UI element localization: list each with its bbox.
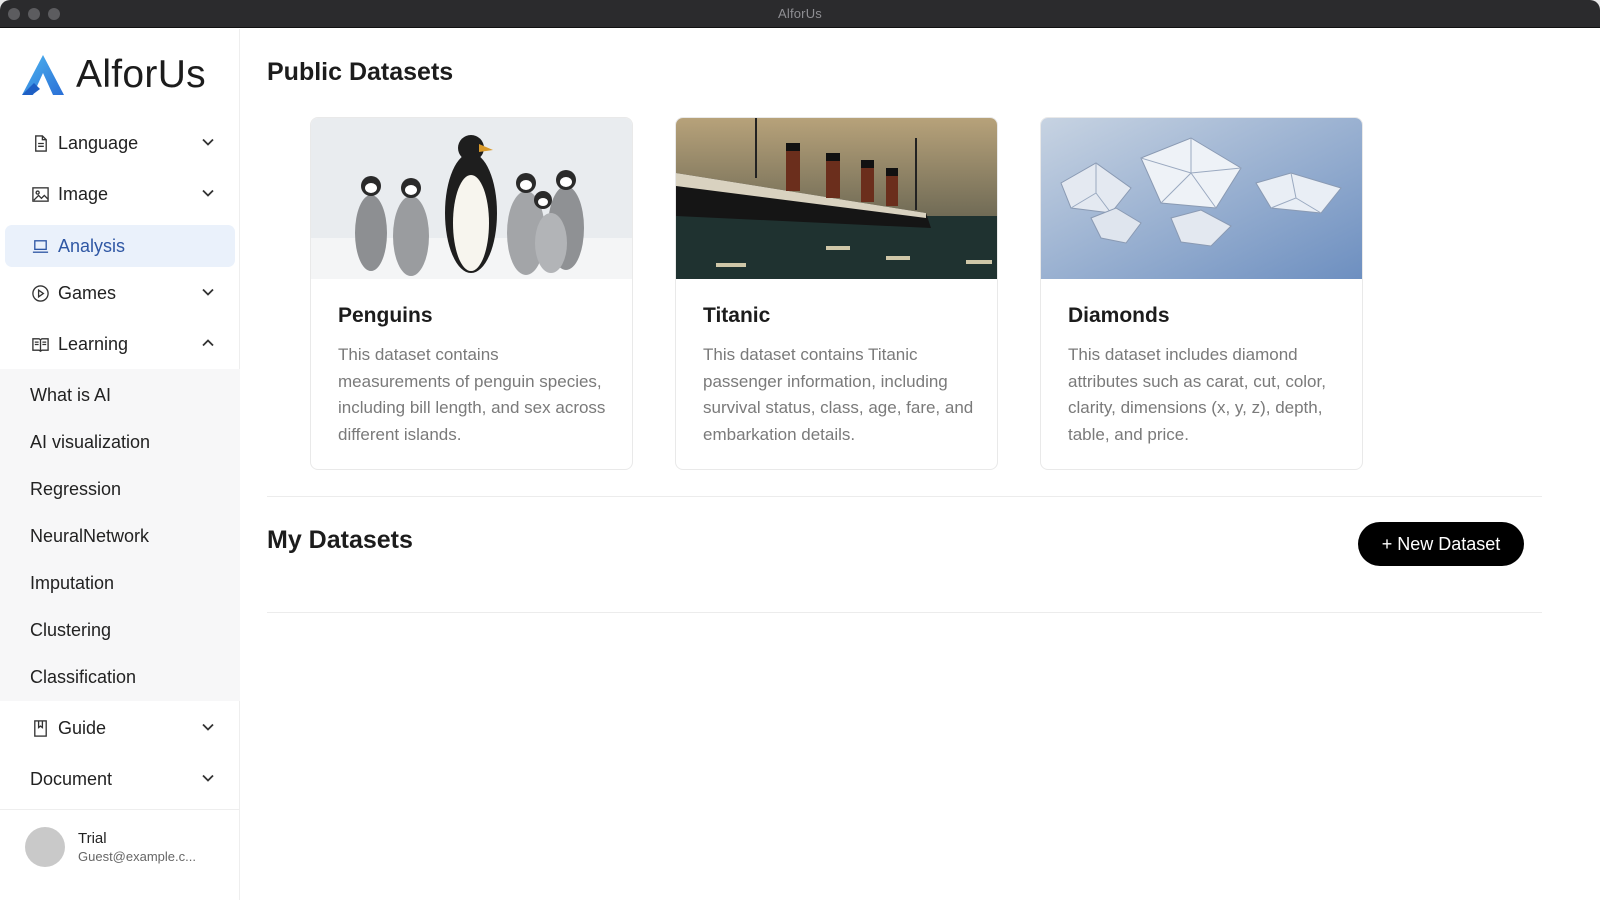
submenu-item-clustering[interactable]: Clustering bbox=[30, 616, 111, 644]
document-icon bbox=[30, 133, 50, 153]
penguins-image bbox=[311, 118, 632, 279]
sidebar-item-analysis[interactable]: Analysis bbox=[5, 225, 235, 267]
logo-text: AlforUs bbox=[76, 53, 206, 96]
sidebar-item-label: Language bbox=[58, 132, 139, 153]
laptop-icon bbox=[30, 236, 50, 256]
chevron-down-icon[interactable] bbox=[201, 771, 215, 785]
card-title: Penguins bbox=[338, 304, 433, 327]
chevron-down-icon[interactable] bbox=[201, 285, 215, 299]
app-window: AlforUs AlforUs Language Image Analysis … bbox=[0, 0, 1600, 900]
diamonds-image bbox=[1041, 118, 1362, 279]
public-datasets-title: Public Datasets bbox=[267, 58, 454, 86]
submenu-item-imputation[interactable]: Imputation bbox=[30, 569, 114, 597]
submenu-item-classification[interactable]: Classification bbox=[30, 663, 136, 691]
sidebar-item-image[interactable]: Image bbox=[5, 173, 235, 215]
sidebar-item-label: Analysis bbox=[58, 235, 126, 256]
avatar bbox=[25, 827, 65, 867]
learning-submenu: What is AI AI visualization Regression N… bbox=[0, 369, 240, 701]
logo-icon bbox=[22, 55, 64, 95]
sidebar-item-label: Image bbox=[58, 183, 109, 204]
sidebar-item-label: Games bbox=[58, 282, 117, 303]
chevron-up-icon[interactable] bbox=[201, 336, 215, 350]
section-divider bbox=[267, 496, 1542, 497]
sidebar-item-games[interactable]: Games bbox=[5, 272, 235, 314]
my-datasets-title: My Datasets bbox=[267, 526, 413, 554]
main-content: Public Datasets Penguins This dataset co… bbox=[241, 29, 1600, 900]
sidebar-item-label: Learning bbox=[58, 333, 129, 354]
logo[interactable]: AlforUs bbox=[20, 49, 206, 101]
sidebar-item-document[interactable]: Document bbox=[5, 758, 235, 800]
card-title: Titanic bbox=[703, 304, 771, 327]
chevron-down-icon[interactable] bbox=[201, 186, 215, 200]
card-description: This dataset includes diamond attributes… bbox=[1068, 345, 1326, 444]
sidebar-item-label: Document bbox=[30, 768, 113, 789]
book-open-icon bbox=[30, 334, 50, 354]
sidebar-item-guide[interactable]: Guide bbox=[5, 707, 235, 749]
card-title: Diamonds bbox=[1068, 304, 1170, 327]
user-name: Trial bbox=[78, 830, 107, 847]
submenu-item-ai-visualization[interactable]: AI visualization bbox=[30, 428, 150, 456]
user-profile[interactable]: Trial Guest@example.c... bbox=[0, 809, 240, 900]
image-icon bbox=[30, 184, 50, 204]
chevron-down-icon[interactable] bbox=[201, 135, 215, 149]
dataset-card-titanic[interactable]: Titanic This dataset contains Titanic pa… bbox=[675, 117, 998, 470]
user-email: Guest@example.c... bbox=[78, 849, 196, 864]
sidebar: AlforUs Language Image Analysis Games Le… bbox=[0, 29, 240, 900]
title-bar: AlforUs bbox=[0, 0, 1600, 28]
dataset-card-diamonds[interactable]: Diamonds This dataset includes diamond a… bbox=[1040, 117, 1363, 470]
sidebar-item-label: Guide bbox=[58, 717, 107, 738]
sidebar-item-language[interactable]: Language bbox=[5, 122, 235, 164]
submenu-item-neuralnetwork[interactable]: NeuralNetwork bbox=[30, 522, 149, 550]
titanic-image bbox=[676, 118, 997, 279]
chevron-down-icon[interactable] bbox=[201, 720, 215, 734]
notebook-icon bbox=[30, 718, 50, 738]
window-title: AlforUs bbox=[777, 6, 823, 21]
play-circle-icon bbox=[30, 283, 50, 303]
new-dataset-button[interactable]: + New Dataset bbox=[1358, 522, 1524, 566]
submenu-item-what-is-ai[interactable]: What is AI bbox=[30, 381, 111, 409]
submenu-item-regression[interactable]: Regression bbox=[30, 475, 121, 503]
sidebar-item-learning[interactable]: Learning bbox=[5, 323, 235, 365]
section-divider bbox=[267, 612, 1542, 613]
card-description: This dataset contains Titanic passenger … bbox=[703, 345, 974, 444]
card-description: This dataset contains measurements of pe… bbox=[338, 345, 606, 444]
dataset-card-penguins[interactable]: Penguins This dataset contains measureme… bbox=[310, 117, 633, 470]
